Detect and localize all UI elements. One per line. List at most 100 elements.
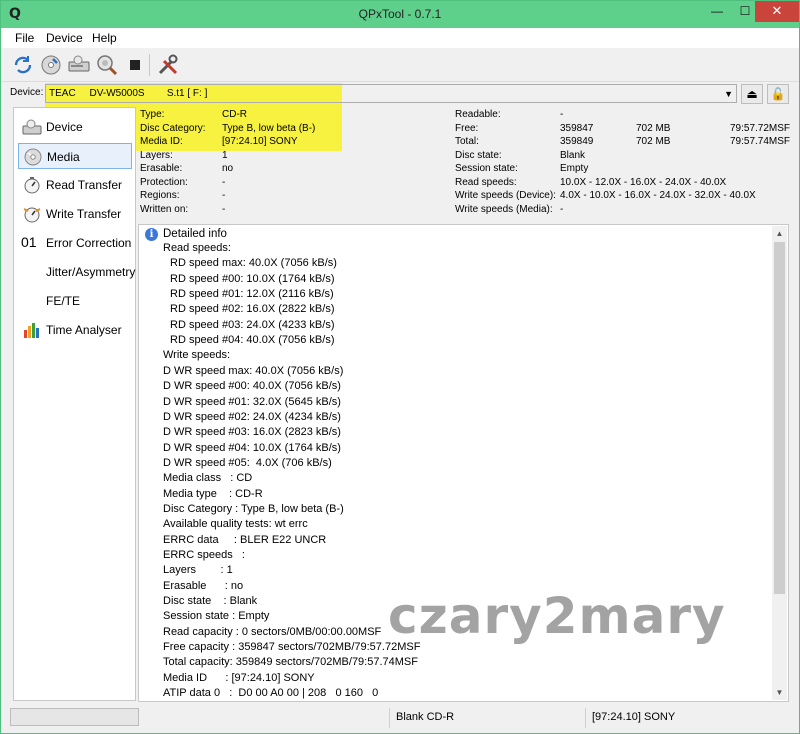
detail-line: D WR speed #05: 4.0X (706 kB/s) [163,456,332,469]
info-key: Read speeds: [455,176,517,188]
detail-line: RD speed #02: 16.0X (2822 kB/s) [170,303,335,316]
sidebar-item-read-transfer[interactable]: Read Transfer [18,172,132,198]
info-key: Write speeds (Media): [455,203,553,215]
info-key: Regions: [140,190,180,201]
lock-button[interactable]: 🔓 [767,84,789,104]
info-key: Total: [455,136,479,147]
progress-bar [10,708,139,726]
sidebar-item-label: FE/TE [46,294,81,308]
close-button[interactable]: ✕ [755,1,799,22]
detail-line: Read capacity : 0 sectors/0MB/00:00.00MS… [163,625,382,638]
detail-line: RD speed #03: 24.0X (4233 kB/s) [170,318,335,331]
eject-button[interactable]: ⏏ [741,84,763,104]
detail-line: RD speed max: 40.0X (7056 kB/s) [170,257,337,270]
detail-line: D WR speed #03: 16.0X (2823 kB/s) [163,426,341,439]
scroll-down-icon[interactable]: ▼ [772,685,787,700]
info-key: Media ID: [140,136,183,147]
info-value: 79:57.74MSF [730,136,791,147]
sidebar-item-time-analyser[interactable]: Time Analyser [18,317,132,343]
drive-icon [22,118,42,136]
info-key: Readable: [455,109,501,120]
detailed-info-header: i Detailed info [145,228,227,241]
disc-scan-icon[interactable] [39,53,63,77]
menu-help[interactable]: Help [92,31,117,45]
menu-file[interactable]: File [15,31,34,45]
zoom-icon[interactable] [95,53,119,77]
sidebar-item-media[interactable]: Media [18,143,132,169]
title-bar[interactable]: Q QPxTool - 0.7.1 — ☐ ✕ [1,1,799,28]
detail-line: Read speeds: [163,242,231,254]
info-icon: i [145,228,158,241]
detail-line: Disc state : Blank [163,595,258,608]
info-key: Layers: [140,149,173,161]
sidebar-item-error-correction[interactable]: 01 Error Correction [18,230,132,256]
sidebar-item-label: Error Correction [46,236,132,250]
detail-line: Erasable : no [163,579,244,592]
sidebar-item-jitter-asymmetry[interactable]: Jitter/Asymmetry [18,259,136,285]
info-value: 79:57.72MSF [730,122,791,134]
sidebar-item-label: Jitter/Asymmetry [46,265,136,279]
stop-icon[interactable] [123,53,147,77]
detail-line: ERRC speeds : [163,549,245,561]
info-value: - [222,190,226,201]
minimize-button[interactable]: — [703,1,731,22]
sidebar-item-label: Read Transfer [46,178,123,192]
detail-line: RD speed #01: 12.0X (2116 kB/s) [170,288,334,301]
detail-line: D WR speed max: 40.0X (7056 kB/s) [163,364,344,377]
device-label: Device: [10,87,44,98]
detail-line: D WR speed #02: 24.0X (4234 kB/s) [163,410,341,423]
write-transfer-icon [22,205,42,223]
chevron-down-icon: ▼ [724,89,733,99]
media-info-panel: Type: CD-R Disc Category: Type B, low beta … [138,107,798,221]
sidebar: Device Media Read Transfer Write Transfe… [13,107,136,701]
info-value: - [560,109,564,120]
scroll-up-icon[interactable]: ▲ [772,226,787,241]
device-select[interactable]: TEAC DV-W5000S S.t1 [ F: ] ▼ [45,84,737,103]
sidebar-item-write-transfer[interactable]: Write Transfer [18,201,132,227]
detail-line: Session state : Empty [163,610,270,623]
scroll-thumb[interactable] [774,242,785,594]
sidebar-item-label: Media [47,150,80,164]
info-key: Disc Category: [140,122,206,134]
device-value: TEAC DV-W5000S S.t1 [ F: ] [49,88,208,99]
info-key: Free: [455,122,479,134]
error-correction-icon: 01 [21,234,37,250]
sidebar-item-label: Write Transfer [46,207,122,221]
refresh-icon[interactable] [11,53,35,77]
sidebar-item-device[interactable]: Device [18,114,132,140]
info-value: 702 MB [636,136,671,147]
info-value: - [222,203,226,215]
drive-icon[interactable] [67,53,91,77]
scrollbar[interactable]: ▲ ▼ [772,226,787,700]
app-window: Q QPxTool - 0.7.1 — ☐ ✕ File Device Help [0,0,800,734]
window-title: QPxTool - 0.7.1 [358,7,442,21]
toolbar [1,48,799,82]
info-key: Disc state: [455,149,502,161]
detail-line: Layers : 1 [163,564,233,577]
sidebar-item-fe-te[interactable]: FE/TE [18,288,132,314]
info-value: 359847 [560,122,594,134]
tools-icon[interactable] [156,53,180,77]
info-value: 4.0X - 10.0X - 16.0X - 24.0X - 32.0X - 4… [560,190,756,201]
detail-line: D WR speed #04: 10.0X (1764 kB/s) [163,441,341,454]
info-key: Type: [140,109,165,120]
info-value: no [222,163,234,174]
detail-line: Write speeds: [163,349,231,362]
detail-line: RD speed #04: 40.0X (7056 kB/s) [170,334,335,347]
info-value: Empty [560,163,589,174]
info-key: Write speeds (Device): [455,190,556,201]
info-value: [97:24.10] SONY [222,136,298,147]
status-bar: Blank CD-R [97:24.10] SONY [1,705,799,733]
cd-icon [23,148,43,166]
info-value: 359849 [560,136,594,147]
detail-line: D WR speed #00: 40.0X (7056 kB/s) [163,380,341,393]
detail-line: Media ID : [97:24.10] SONY [163,671,315,684]
detail-line: Disc Category : Type B, low beta (B-) [163,502,344,515]
sidebar-item-label: Device [46,120,83,134]
detail-line: ERRC data : BLER E22 UNCR [163,533,327,546]
info-value: - [560,203,564,215]
detail-line: RD speed #00: 10.0X (1764 kB/s) [170,272,335,285]
menu-device[interactable]: Device [46,31,83,45]
chart-icon [22,321,42,339]
info-key: Protection: [140,176,188,188]
